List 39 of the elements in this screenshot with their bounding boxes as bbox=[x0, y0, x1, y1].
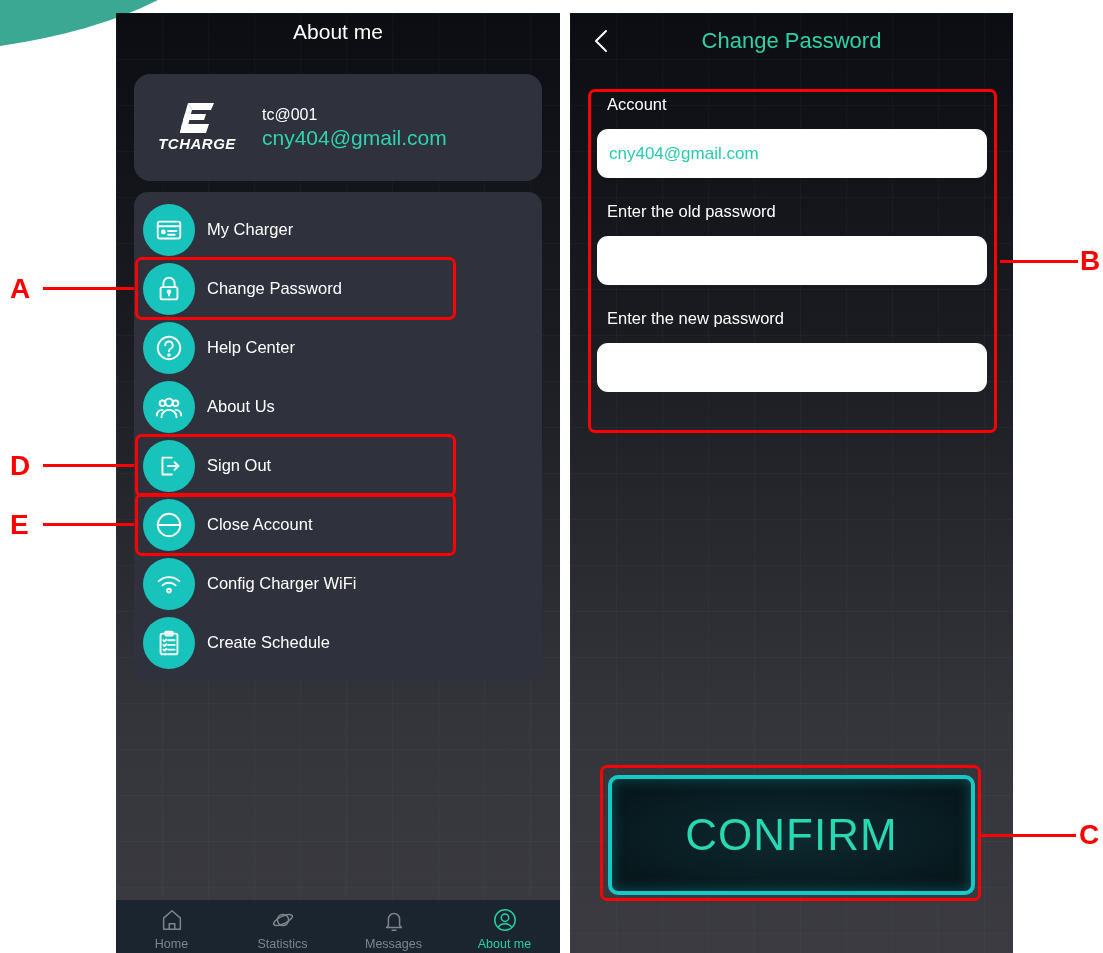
profile-icon bbox=[491, 907, 518, 933]
menu-item[interactable]: Help Center bbox=[134, 318, 542, 377]
tab-item[interactable]: Statistics bbox=[227, 900, 338, 953]
tab-item[interactable]: Home bbox=[116, 900, 227, 953]
email-address: cny404@gmail.com bbox=[262, 125, 447, 150]
input-field[interactable] bbox=[597, 343, 987, 392]
field-label: Enter the new password bbox=[607, 308, 785, 329]
callout-letter: A bbox=[10, 272, 31, 305]
wifi-icon bbox=[143, 557, 195, 610]
tab-item[interactable]: About me bbox=[449, 900, 560, 953]
confirm-button[interactable]: CONFIRM bbox=[608, 775, 975, 895]
clipboard-icon bbox=[143, 616, 195, 669]
menu-item[interactable]: Close Account bbox=[134, 495, 542, 554]
logo-icon bbox=[180, 103, 214, 133]
menu-item[interactable]: Change Password bbox=[134, 259, 542, 318]
screen-title: Change Password bbox=[701, 28, 882, 54]
sign-out-icon bbox=[143, 439, 195, 492]
logo-text: TCHARGE bbox=[158, 135, 236, 152]
menu-item[interactable]: Create Schedule bbox=[134, 613, 542, 672]
back-icon[interactable] bbox=[594, 29, 608, 53]
tab-item[interactable]: Messages bbox=[338, 900, 449, 953]
callout-letter: E bbox=[10, 508, 29, 541]
field-label: Enter the old password bbox=[607, 201, 777, 222]
callout-letter: D bbox=[10, 449, 31, 482]
field-label: Account bbox=[607, 94, 668, 115]
help-icon bbox=[143, 321, 195, 374]
people-icon bbox=[143, 380, 195, 433]
username: tc@001 bbox=[262, 105, 319, 124]
card-icon bbox=[143, 203, 195, 256]
callout-letter: C bbox=[1079, 819, 1100, 851]
screen-title: About me bbox=[292, 19, 384, 45]
menu-item[interactable]: Sign Out bbox=[134, 436, 542, 495]
menu-item[interactable]: Config Charger WiFi bbox=[134, 554, 542, 613]
menu-item[interactable]: My Charger bbox=[134, 200, 542, 259]
callout-letter: B bbox=[1080, 245, 1101, 277]
minus-circle-icon bbox=[143, 498, 195, 551]
lock-icon bbox=[143, 262, 195, 315]
input-field[interactable] bbox=[597, 236, 987, 285]
menu-item[interactable]: About Us bbox=[134, 377, 542, 436]
